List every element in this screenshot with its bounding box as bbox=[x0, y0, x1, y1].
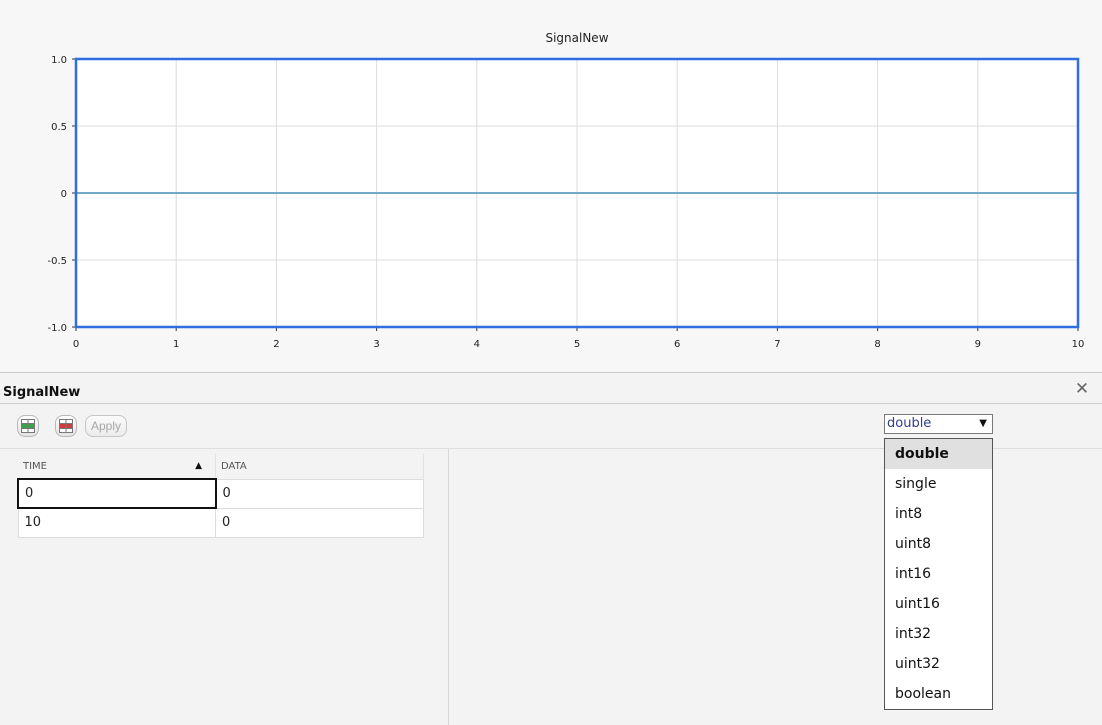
x-tick-label: 2 bbox=[273, 339, 279, 350]
editor-title: SignalNew bbox=[3, 385, 81, 400]
chart-title: SignalNew bbox=[545, 31, 608, 45]
sort-ascending-icon: ▲ bbox=[195, 460, 202, 471]
column-header-label: TIME bbox=[23, 460, 48, 472]
datatype-option-double[interactable]: double bbox=[885, 439, 992, 469]
column-header-time[interactable]: TIME ▲ bbox=[18, 454, 216, 479]
apply-button[interactable]: Apply bbox=[85, 415, 128, 437]
table-cell-data[interactable]: 0 bbox=[215, 478, 424, 509]
delete-row-icon bbox=[59, 419, 73, 433]
datatype-option-uint16[interactable]: uint16 bbox=[885, 589, 992, 619]
datatype-option-uint32[interactable]: uint32 bbox=[885, 649, 992, 679]
y-tick-label: -0.5 bbox=[47, 256, 67, 267]
x-tick-label: 7 bbox=[774, 339, 780, 350]
insert-row-button[interactable] bbox=[17, 415, 39, 437]
datatype-option-int16[interactable]: int16 bbox=[885, 559, 992, 589]
datatype-dropdown-list: double single int8 uint8 int16 uint16 int32 uin… bbox=[884, 438, 993, 710]
divider bbox=[0, 403, 1102, 404]
datatype-option-int32[interactable]: int32 bbox=[885, 619, 992, 649]
signal-editor-panel: SignalNew ✕ Apply TIME ▲ DATA 0 0 10 0 d… bbox=[0, 372, 1102, 725]
signal-data-table: TIME ▲ DATA 0 0 10 0 bbox=[17, 454, 424, 538]
column-header-data[interactable]: DATA bbox=[215, 454, 424, 479]
table-row: 0 0 bbox=[17, 478, 424, 509]
table-header-row: TIME ▲ DATA bbox=[18, 454, 424, 479]
x-tick-label: 3 bbox=[373, 339, 379, 350]
table-cell-time[interactable]: 0 bbox=[17, 478, 217, 509]
datatype-option-uint8[interactable]: uint8 bbox=[885, 529, 992, 559]
y-tick-label: -1.0 bbox=[47, 323, 67, 334]
signal-plot[interactable]: SignalNew 0 1 2 3 4 5 6 7 8 9 10 1.0 0.5 0 -0.5 -1.0 bbox=[0, 0, 1102, 372]
datatype-option-single[interactable]: single bbox=[885, 469, 992, 499]
x-tick-label: 8 bbox=[874, 339, 880, 350]
table-row: 10 0 bbox=[17, 507, 424, 538]
table-cell-data[interactable]: 0 bbox=[215, 507, 424, 538]
x-tick-label: 5 bbox=[574, 339, 580, 350]
datatype-selected-value: double bbox=[887, 416, 932, 431]
plot-area: SignalNew 0 1 2 3 4 5 6 7 8 9 10 1.0 0.5 0 -0.5 -1.0 bbox=[0, 0, 1102, 372]
y-tick-label: 0.5 bbox=[51, 122, 67, 133]
table-cell-time[interactable]: 10 bbox=[17, 507, 216, 538]
insert-row-icon bbox=[21, 419, 35, 433]
delete-row-button[interactable] bbox=[55, 415, 77, 437]
datatype-select[interactable]: double ▼ bbox=[884, 414, 993, 434]
x-tick-label: 6 bbox=[674, 339, 680, 350]
x-tick-label: 0 bbox=[73, 339, 79, 350]
x-tick-label: 1 bbox=[173, 339, 179, 350]
y-tick-label: 1.0 bbox=[51, 55, 67, 66]
datatype-option-int8[interactable]: int8 bbox=[885, 499, 992, 529]
x-tick-label: 9 bbox=[975, 339, 981, 350]
chevron-down-icon[interactable]: ▼ bbox=[979, 415, 987, 433]
column-header-label: DATA bbox=[221, 460, 247, 472]
close-icon[interactable]: ✕ bbox=[1073, 380, 1091, 398]
x-tick-label: 10 bbox=[1072, 339, 1085, 350]
y-tick-label: 0 bbox=[61, 189, 67, 200]
datatype-option-boolean[interactable]: boolean bbox=[885, 679, 992, 709]
panel-divider bbox=[448, 449, 449, 725]
x-tick-label: 4 bbox=[474, 339, 480, 350]
